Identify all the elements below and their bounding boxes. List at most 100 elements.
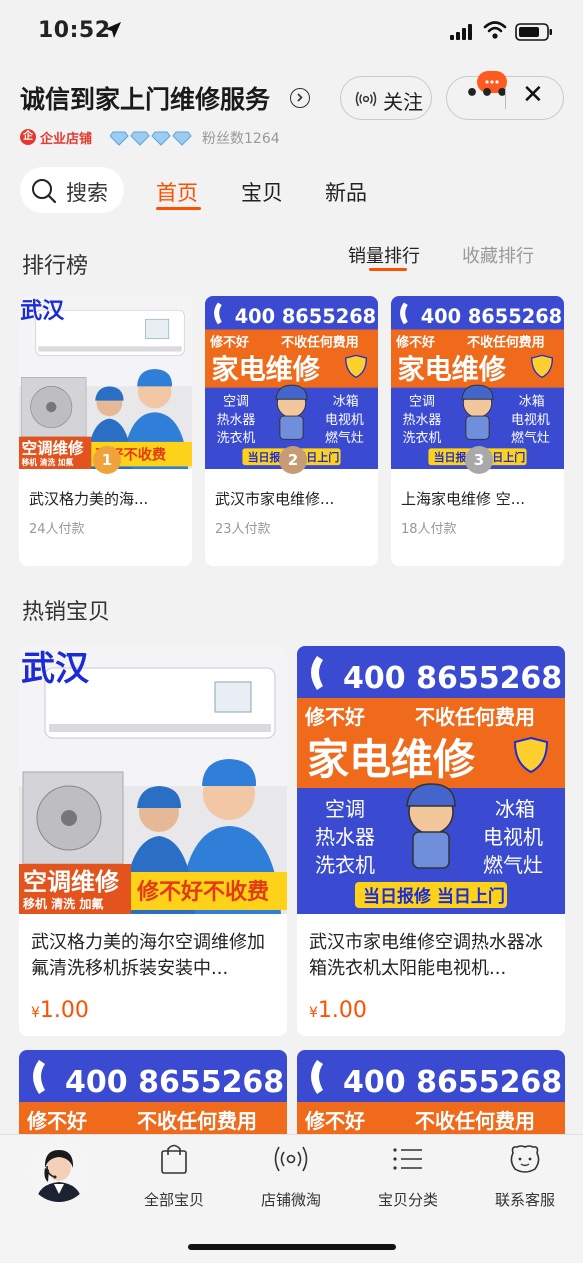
svg-text:空调: 空调 (409, 395, 435, 410)
product-name: 武汉格力美的海... (29, 490, 149, 508)
product-name: 武汉格力美的海尔空调维修加氟清洗移机拆装安装中... (31, 932, 265, 979)
hot-item-card[interactable]: 武汉 空调维修 移机 清洗 加氟 修不好不收费 武汉格力美的海尔空调维修加氟清洗… (19, 646, 287, 1036)
diamond-rating-icon (110, 131, 192, 146)
product-name: 武汉市家电维修空调热水器冰箱洗衣机太阳能电视机... (309, 932, 543, 979)
tab-home[interactable]: 首页 (156, 177, 198, 207)
svg-text:燃气灶: 燃气灶 (483, 853, 543, 877)
svg-text:修不好: 修不好 (395, 334, 435, 350)
battery-icon (515, 23, 552, 41)
silver-medal-icon: 3 (465, 446, 493, 474)
product-image: 400 8655268 修不好 不收任何费用 家电维修 空调 热水器 洗衣机 冰… (19, 1050, 287, 1140)
svg-text:不收任何费用: 不收任何费用 (281, 334, 358, 350)
tab-new[interactable]: 新品 (325, 177, 367, 207)
tab-items[interactable]: 宝贝 (241, 177, 283, 207)
svg-text:修不好: 修不好 (304, 705, 365, 729)
svg-text:空调维修: 空调维修 (23, 868, 120, 896)
follow-button[interactable]: 关注 (340, 76, 432, 120)
hot-item-card[interactable]: 400 8655268 修不好 不收任何费用 家电维修 空调 热水器 洗衣机 冰… (297, 1050, 565, 1140)
currency-symbol: ¥ (309, 1005, 318, 1021)
miniapp-capsule: ••• ✕ (446, 71, 564, 120)
svg-text:空调维修: 空调维修 (22, 439, 84, 458)
all-items-button[interactable]: 全部宝贝 (124, 1143, 224, 1210)
product-price: ¥1.00 (31, 998, 89, 1023)
contact-service-button[interactable]: 联系客服 (475, 1143, 575, 1210)
svg-text:冰箱: 冰箱 (519, 394, 545, 410)
more-button[interactable]: ••• (465, 81, 510, 106)
product-image: 武汉 空调维修 移机 清洗 加氟 修不好不收费 (19, 646, 287, 914)
svg-text:400 8655268: 400 8655268 (235, 305, 376, 328)
svg-text:400 8655268: 400 8655268 (343, 661, 562, 696)
search-icon (32, 179, 57, 204)
hot-item-card[interactable]: 400 8655268 修不好 不收任何费用 家电维修 空调 热水器 洗衣机 冰… (19, 1050, 287, 1140)
close-button[interactable]: ✕ (522, 80, 544, 110)
hot-item-card[interactable]: 400 8655268 修不好 不收任何费用 家电维修 空调 热水器 洗衣机 冰… (297, 646, 565, 1036)
enterprise-label: 企业店铺 (40, 132, 93, 147)
sold-count: 18人付款 (401, 522, 457, 537)
product-name: 上海家电维修 空... (401, 490, 526, 508)
svg-text:修不好: 修不好 (304, 1109, 365, 1133)
follow-label: 关注 (383, 90, 423, 114)
list-icon (393, 1148, 422, 1170)
product-price: ¥1.00 (309, 998, 367, 1023)
svg-text:热水器: 热水器 (315, 825, 375, 849)
shop-name[interactable]: 诚信到家上门维修服务 (20, 80, 270, 116)
product-image: 400 8655268 修不好 不收任何费用 家电维修 空调 热水器 洗衣机 冰… (297, 1050, 565, 1140)
svg-text:电视机: 电视机 (325, 413, 364, 428)
service-face-icon (510, 1145, 540, 1173)
capsule-divider (505, 87, 506, 109)
contact-service-label: 联系客服 (494, 1191, 555, 1209)
ranking-card[interactable]: 400 8655268 修不好 不收任何费用 家电维修 空调 热水器 洗衣机 冰… (205, 296, 378, 566)
sort-by-sales-tab[interactable]: 销量排行 (348, 242, 420, 268)
avatar-icon (28, 1140, 90, 1202)
broadcast-icon (355, 91, 377, 107)
svg-text:移机 清洗 加氟: 移机 清洗 加氟 (23, 896, 103, 911)
wifi-icon (483, 21, 507, 39)
svg-text:空调: 空调 (325, 797, 365, 821)
product-name: 武汉市家电维修... (215, 490, 335, 508)
customer-service-avatar[interactable] (28, 1140, 90, 1202)
location-arrow-icon (105, 22, 121, 38)
bag-icon (161, 1144, 187, 1174)
svg-text:修不好: 修不好 (209, 334, 249, 350)
ranking-title: 排行榜 (22, 254, 89, 279)
search-button[interactable]: 搜索 (20, 167, 124, 213)
currency-symbol: ¥ (31, 1005, 40, 1021)
svg-text:武汉: 武汉 (20, 299, 65, 324)
svg-text:武汉: 武汉 (21, 649, 90, 689)
sold-count: 23人付款 (215, 522, 271, 537)
fans-count: 粉丝数1264 (202, 131, 280, 147)
enterprise-icon: 企 (20, 129, 36, 145)
svg-text:电视机: 电视机 (483, 825, 543, 849)
svg-text:修不好: 修不好 (26, 1109, 87, 1133)
svg-text:不收任何费用: 不收任何费用 (415, 1109, 535, 1133)
svg-text:400 8655268: 400 8655268 (421, 305, 562, 328)
shop-info-chevron-icon[interactable] (290, 88, 310, 108)
search-label: 搜索 (66, 181, 108, 205)
categories-button[interactable]: 宝贝分类 (358, 1143, 458, 1210)
status-bar: 10:52 (0, 0, 583, 62)
ranking-card[interactable]: 400 8655268 修不好 不收任何费用 家电维修 空调 热水器 洗衣机 冰… (391, 296, 564, 566)
svg-text:热水器: 热水器 (217, 413, 256, 428)
svg-text:不收任何费用: 不收任何费用 (467, 334, 544, 350)
svg-text:燃气灶: 燃气灶 (325, 430, 364, 446)
categories-label: 宝贝分类 (377, 1191, 438, 1209)
ranking-card[interactable]: 武汉 空调维修 移机 清洗 加氟 不好不收费 1 武汉格力美的海... 24人付… (19, 296, 192, 566)
svg-text:家电维修: 家电维修 (397, 354, 506, 386)
shop-feed-button[interactable]: 店铺微淘 (241, 1143, 341, 1210)
gold-medal-icon: 1 (93, 446, 121, 474)
svg-text:冰箱: 冰箱 (495, 797, 535, 821)
home-indicator (188, 1244, 396, 1250)
svg-text:不收任何费用: 不收任何费用 (415, 705, 535, 729)
hot-items-title: 热销宝贝 (22, 600, 111, 625)
sort-by-favorites-tab[interactable]: 收藏排行 (462, 242, 534, 268)
svg-text:修不好不收费: 修不好不收费 (136, 879, 269, 905)
sold-count: 24人付款 (29, 522, 85, 537)
product-image: 400 8655268 修不好 不收任何费用 家电维修 空调 热水器 洗衣机 冰… (391, 296, 564, 469)
bronze-medal-icon: 2 (279, 446, 307, 474)
sort-tab-indicator (369, 268, 407, 271)
svg-text:洗衣机: 洗衣机 (217, 430, 256, 446)
price-amount: 1.00 (39, 998, 89, 1023)
svg-text:电视机: 电视机 (511, 413, 550, 428)
shop-feed-label: 店铺微淘 (260, 1191, 321, 1209)
product-image: 武汉 空调维修 移机 清洗 加氟 不好不收费 (19, 296, 192, 469)
